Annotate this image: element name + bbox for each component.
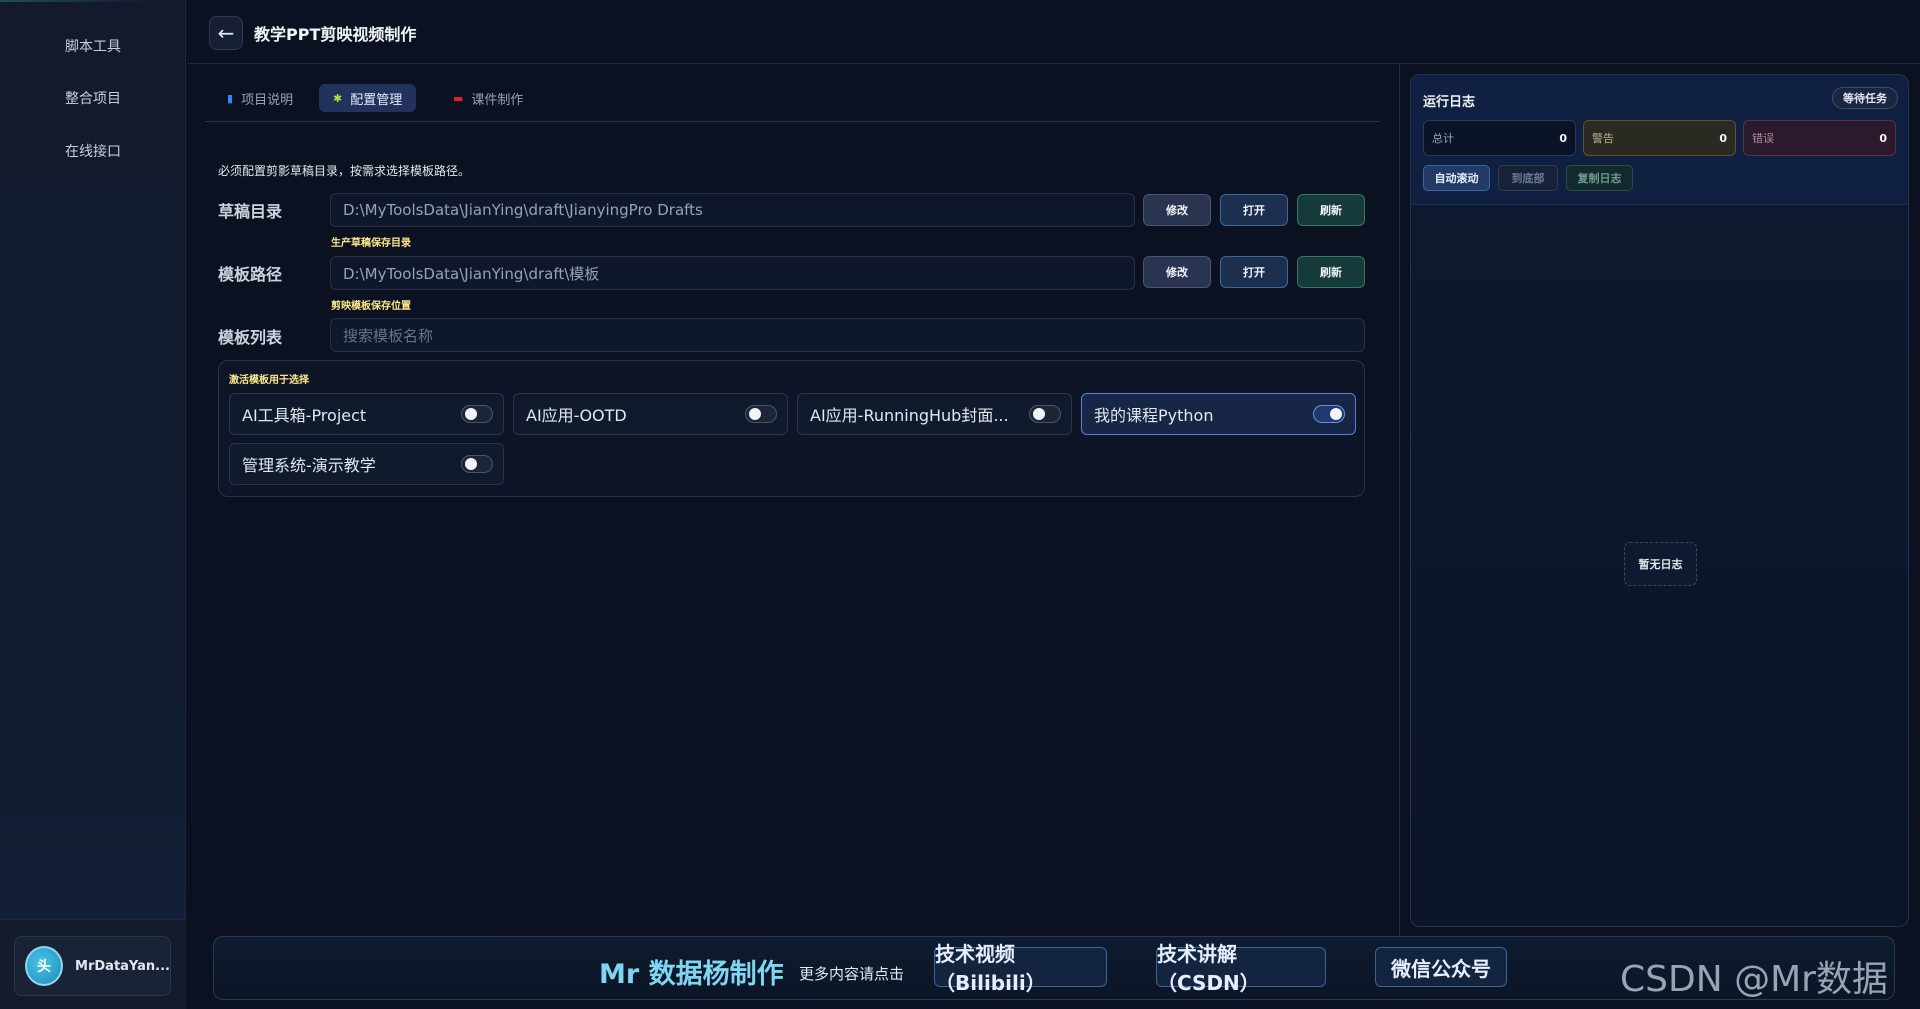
template-refresh-button[interactable]: 刷新 <box>1297 256 1365 288</box>
tab-project-description[interactable]: ▮ 项目说明 <box>213 84 307 112</box>
header: ← 教学PPT剪映视频制作 <box>187 0 1920 64</box>
draft-open-button[interactable]: 打开 <box>1220 194 1288 226</box>
template-search-input[interactable]: 搜索模板名称 <box>330 318 1365 352</box>
template-name: 我的课程Python <box>1094 406 1214 425</box>
sidebar: 脚本工具 整合项目 在线接口 头 MrDataYan... <box>0 0 186 1009</box>
template-item-active[interactable]: 我的课程Python <box>1081 393 1356 435</box>
config-hint: 必须配置剪影草稿目录，按需求选择模板路径。 <box>218 164 471 178</box>
user-name: MrDataYan... <box>75 958 170 974</box>
avatar: 头 <box>25 946 64 986</box>
template-list-box: 激活模板用于选择 AI工具箱-Project AI应用-OOTD AI应用-Ru… <box>218 360 1365 497</box>
status-badge: 等待任务 <box>1832 87 1898 109</box>
arrow-left-icon: ← <box>217 21 235 45</box>
tab-label: 配置管理 <box>350 92 403 108</box>
sidebar-item-online-api[interactable]: 在线接口 <box>0 136 186 166</box>
stat-error-value: 0 <box>1879 131 1887 145</box>
stat-error: 错误 0 <box>1743 120 1896 156</box>
template-toggle[interactable] <box>1313 405 1345 423</box>
template-toggle[interactable] <box>461 405 493 423</box>
csdn-link-button[interactable]: 技术讲解（CSDN） <box>1156 942 1326 995</box>
template-toggle[interactable] <box>461 455 493 473</box>
template-open-button[interactable]: 打开 <box>1220 256 1288 288</box>
footer-subtitle: 更多内容请点击 <box>799 965 905 983</box>
stat-warning-value: 0 <box>1719 131 1727 145</box>
user-card[interactable]: 头 MrDataYan... <box>14 936 171 996</box>
empty-log-placeholder: 暂无日志 <box>1624 542 1697 586</box>
sidebar-item-integration-projects[interactable]: 整合项目 <box>0 83 186 113</box>
log-header: 运行日志 等待任务 总计 0 警告 0 错误 0 自动滚动 到底部 复制日志 <box>1411 75 1908 205</box>
template-name: AI应用-RunningHub封面... <box>810 406 1009 425</box>
draft-refresh-button[interactable]: 刷新 <box>1297 194 1365 226</box>
auto-scroll-button[interactable]: 自动滚动 <box>1423 165 1490 191</box>
log-title: 运行日志 <box>1423 95 1476 110</box>
draft-dir-input[interactable]: D:\MyToolsData\JianYing\draft\JianyingPr… <box>330 193 1135 227</box>
sidebar-item-script-tools[interactable]: 脚本工具 <box>0 31 186 61</box>
footer-brand: Mr 数据杨制作 <box>599 959 784 990</box>
tab-courseware[interactable]: ▬ 课件制作 <box>439 84 537 112</box>
copy-log-button[interactable]: 复制日志 <box>1566 165 1633 191</box>
template-path-label: 模板路径 <box>218 265 283 284</box>
log-panel: 运行日志 等待任务 总计 0 警告 0 错误 0 自动滚动 到底部 复制日志 暂… <box>1410 74 1909 927</box>
sidebar-top-accent <box>0 0 150 2</box>
draft-edit-button[interactable]: 修改 <box>1143 194 1211 226</box>
sidebar-footer: 头 MrDataYan... <box>0 919 186 1009</box>
stat-error-label: 错误 <box>1752 132 1774 145</box>
book-icon: ▮ <box>227 91 234 105</box>
panel-divider <box>1399 64 1400 937</box>
bilibili-link-button[interactable]: 技术视频（Bilibili） <box>934 942 1107 995</box>
back-button[interactable]: ← <box>209 16 243 50</box>
tab-label: 课件制作 <box>471 92 524 108</box>
stat-warning: 警告 0 <box>1583 120 1736 156</box>
template-list-label: 模板列表 <box>218 328 283 347</box>
template-item[interactable]: AI应用-RunningHub封面... <box>797 393 1072 435</box>
draft-dir-label: 草稿目录 <box>218 202 283 221</box>
template-box-title: 激活模板用于选择 <box>229 375 309 386</box>
template-path-sub-hint: 剪映模板保存位置 <box>331 301 411 312</box>
scroll-bottom-button[interactable]: 到底部 <box>1498 165 1558 191</box>
watermark: CSDN @Mr数据杨 <box>1620 959 1888 1000</box>
slides-icon: ▬ <box>453 91 464 105</box>
template-toggle[interactable] <box>1029 405 1061 423</box>
draft-dir-sub-hint: 生产草稿保存目录 <box>331 238 411 249</box>
tab-bar: ▮ 项目说明 ✱ 配置管理 ▬ 课件制作 <box>205 82 1380 122</box>
stat-total-label: 总计 <box>1432 132 1454 145</box>
template-item[interactable]: AI工具箱-Project <box>229 393 504 435</box>
page-title: 教学PPT剪映视频制作 <box>254 25 417 44</box>
wechat-link-button[interactable]: 微信公众号 <box>1375 947 1507 987</box>
stat-warning-label: 警告 <box>1592 132 1614 145</box>
template-path-input[interactable]: D:\MyToolsData\JianYing\draft\模板 <box>330 256 1135 290</box>
puzzle-icon: ✱ <box>333 91 343 105</box>
template-toggle[interactable] <box>745 405 777 423</box>
tab-label: 项目说明 <box>241 92 294 108</box>
template-item[interactable]: 管理系统-演示教学 <box>229 443 504 485</box>
template-name: AI应用-OOTD <box>526 406 627 425</box>
template-item[interactable]: AI应用-OOTD <box>513 393 788 435</box>
stat-total: 总计 0 <box>1423 120 1576 156</box>
template-name: 管理系统-演示教学 <box>242 456 376 475</box>
template-edit-button[interactable]: 修改 <box>1143 256 1211 288</box>
template-name: AI工具箱-Project <box>242 406 367 425</box>
tab-config-management[interactable]: ✱ 配置管理 <box>319 84 417 112</box>
stat-total-value: 0 <box>1559 131 1567 145</box>
